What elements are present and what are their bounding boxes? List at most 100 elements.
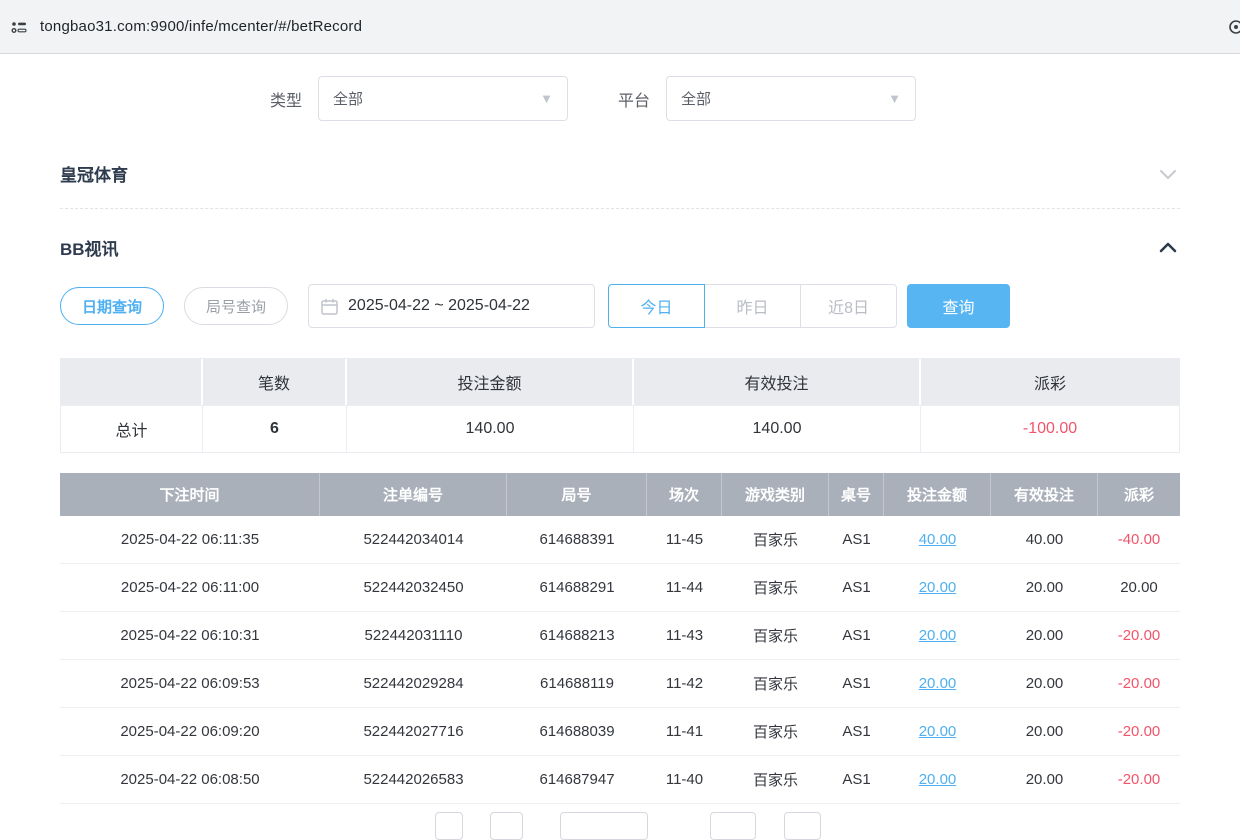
chevron-down-icon: ▼ xyxy=(540,91,553,106)
bet-amount-link[interactable]: 40.00 xyxy=(884,516,991,563)
summary-header-payout: 派彩 xyxy=(921,359,1179,405)
section-divider xyxy=(60,208,1180,209)
bet-amount-link[interactable]: 20.00 xyxy=(884,564,991,611)
cell-round-no: 614688119 xyxy=(507,660,647,707)
url-text[interactable]: tongbao31.com:9900/infe/mcenter/#/betRec… xyxy=(40,18,362,35)
cell-bet-time: 2025-04-22 06:09:53 xyxy=(60,660,320,707)
table-row: 2025-04-22 06:11:00 522442032450 6146882… xyxy=(60,564,1180,612)
cell-valid-bet: 20.00 xyxy=(991,564,1098,611)
bet-record-page: 类型 全部 ▼ 平台 全部 ▼ 皇冠体育 BB视讯 日期查询 局号查询 xyxy=(0,76,1240,804)
bet-amount-link[interactable]: 20.00 xyxy=(884,660,991,707)
summary-valid-value: 140.00 xyxy=(634,406,921,452)
cell-valid-bet: 20.00 xyxy=(991,708,1098,755)
cell-payout: -20.00 xyxy=(1098,660,1180,707)
cell-session: 11-40 xyxy=(647,756,722,803)
cell-bet-time: 2025-04-22 06:08:50 xyxy=(60,756,320,803)
date-query-tab[interactable]: 日期查询 xyxy=(60,287,164,325)
filter-row: 类型 全部 ▼ 平台 全部 ▼ xyxy=(60,76,1180,121)
cell-bet-no: 522442032450 xyxy=(320,564,507,611)
search-button[interactable]: 查询 xyxy=(907,284,1010,328)
platform-filter-label: 平台 xyxy=(618,87,650,111)
cell-bet-no: 522442029284 xyxy=(320,660,507,707)
cell-valid-bet: 20.00 xyxy=(991,756,1098,803)
round-query-tab[interactable]: 局号查询 xyxy=(184,287,288,325)
browser-settings-icon[interactable] xyxy=(1226,17,1240,37)
cell-bet-no: 522442034014 xyxy=(320,516,507,563)
section-title-crown: 皇冠体育 xyxy=(60,161,128,186)
cell-valid-bet: 20.00 xyxy=(991,612,1098,659)
platform-select-value: 全部 xyxy=(681,88,711,109)
header-round-no: 局号 xyxy=(507,473,647,516)
pagination-jump-input[interactable] xyxy=(784,812,821,840)
cell-valid-bet: 40.00 xyxy=(991,516,1098,563)
header-game-type: 游戏类别 xyxy=(722,473,829,516)
calendar-icon xyxy=(321,298,338,315)
cell-bet-no: 522442027716 xyxy=(320,708,507,755)
bet-amount-link[interactable]: 20.00 xyxy=(884,708,991,755)
cell-bet-no: 522442026583 xyxy=(320,756,507,803)
table-row: 2025-04-22 06:09:53 522442029284 6146881… xyxy=(60,660,1180,708)
platform-select[interactable]: 全部 ▼ xyxy=(666,76,916,121)
date-shortcut-group: 今日 昨日 近8日 xyxy=(608,284,897,328)
browser-address-bar: tongbao31.com:9900/infe/mcenter/#/betRec… xyxy=(0,0,1240,54)
section-bb-video[interactable]: BB视讯 xyxy=(60,235,1180,260)
pagination-page-size-select[interactable] xyxy=(560,812,648,840)
today-button[interactable]: 今日 xyxy=(608,284,705,328)
summary-bet-value: 140.00 xyxy=(347,406,634,452)
cell-table-no: AS1 xyxy=(829,708,884,755)
pagination-next-button[interactable] xyxy=(710,812,756,840)
bet-amount-link[interactable]: 20.00 xyxy=(884,756,991,803)
cell-game-type: 百家乐 xyxy=(722,708,829,755)
date-range-input[interactable]: 2025-04-22 ~ 2025-04-22 xyxy=(308,284,595,328)
type-select-value: 全部 xyxy=(333,88,363,109)
cell-valid-bet: 20.00 xyxy=(991,660,1098,707)
cell-session: 11-43 xyxy=(647,612,722,659)
section-title-bb: BB视讯 xyxy=(60,235,119,260)
summary-header-valid: 有效投注 xyxy=(634,359,921,405)
cell-session: 11-45 xyxy=(647,516,722,563)
cell-table-no: AS1 xyxy=(829,756,884,803)
cell-table-no: AS1 xyxy=(829,516,884,563)
cell-round-no: 614687947 xyxy=(507,756,647,803)
type-filter-label: 类型 xyxy=(270,87,302,111)
header-valid-bet: 有效投注 xyxy=(991,473,1098,516)
summary-header-blank xyxy=(61,359,203,405)
last8days-button[interactable]: 近8日 xyxy=(800,284,897,328)
yesterday-button[interactable]: 昨日 xyxy=(704,284,801,328)
table-header-row: 下注时间 注单编号 局号 场次 游戏类别 桌号 投注金额 有效投注 派彩 xyxy=(60,473,1180,516)
cell-game-type: 百家乐 xyxy=(722,660,829,707)
bet-amount-link[interactable]: 20.00 xyxy=(884,612,991,659)
type-select[interactable]: 全部 ▼ xyxy=(318,76,568,121)
cell-payout: 20.00 xyxy=(1098,564,1180,611)
header-bet-amount: 投注金额 xyxy=(884,473,991,516)
pagination-prev-button[interactable] xyxy=(435,812,463,840)
cell-payout: -40.00 xyxy=(1098,516,1180,563)
cell-bet-time: 2025-04-22 06:11:35 xyxy=(60,516,320,563)
summary-header-row: 笔数 投注金额 有效投注 派彩 xyxy=(61,359,1179,405)
summary-total-label: 总计 xyxy=(61,406,203,452)
cell-bet-time: 2025-04-22 06:10:31 xyxy=(60,612,320,659)
cell-game-type: 百家乐 xyxy=(722,756,829,803)
table-row: 2025-04-22 06:10:31 522442031110 6146882… xyxy=(60,612,1180,660)
cell-round-no: 614688391 xyxy=(507,516,647,563)
date-range-value: 2025-04-22 ~ 2025-04-22 xyxy=(348,297,530,315)
chevron-up-icon[interactable] xyxy=(1156,236,1180,260)
site-info-icon[interactable] xyxy=(10,18,28,36)
summary-header-count: 笔数 xyxy=(203,359,347,405)
chevron-down-icon[interactable] xyxy=(1156,162,1180,186)
cell-payout: -20.00 xyxy=(1098,708,1180,755)
cell-table-no: AS1 xyxy=(829,564,884,611)
pagination-page-button[interactable] xyxy=(490,812,523,840)
cell-session: 11-41 xyxy=(647,708,722,755)
cell-payout: -20.00 xyxy=(1098,756,1180,803)
section-crown-sports[interactable]: 皇冠体育 xyxy=(60,161,1180,186)
header-session: 场次 xyxy=(647,473,722,516)
header-payout: 派彩 xyxy=(1098,473,1180,516)
summary-header-bet: 投注金额 xyxy=(347,359,634,405)
table-row: 2025-04-22 06:09:20 522442027716 6146880… xyxy=(60,708,1180,756)
cell-game-type: 百家乐 xyxy=(722,564,829,611)
cell-round-no: 614688213 xyxy=(507,612,647,659)
summary-total-row: 总计 6 140.00 140.00 -100.00 xyxy=(61,405,1179,452)
cell-payout: -20.00 xyxy=(1098,612,1180,659)
cell-table-no: AS1 xyxy=(829,612,884,659)
